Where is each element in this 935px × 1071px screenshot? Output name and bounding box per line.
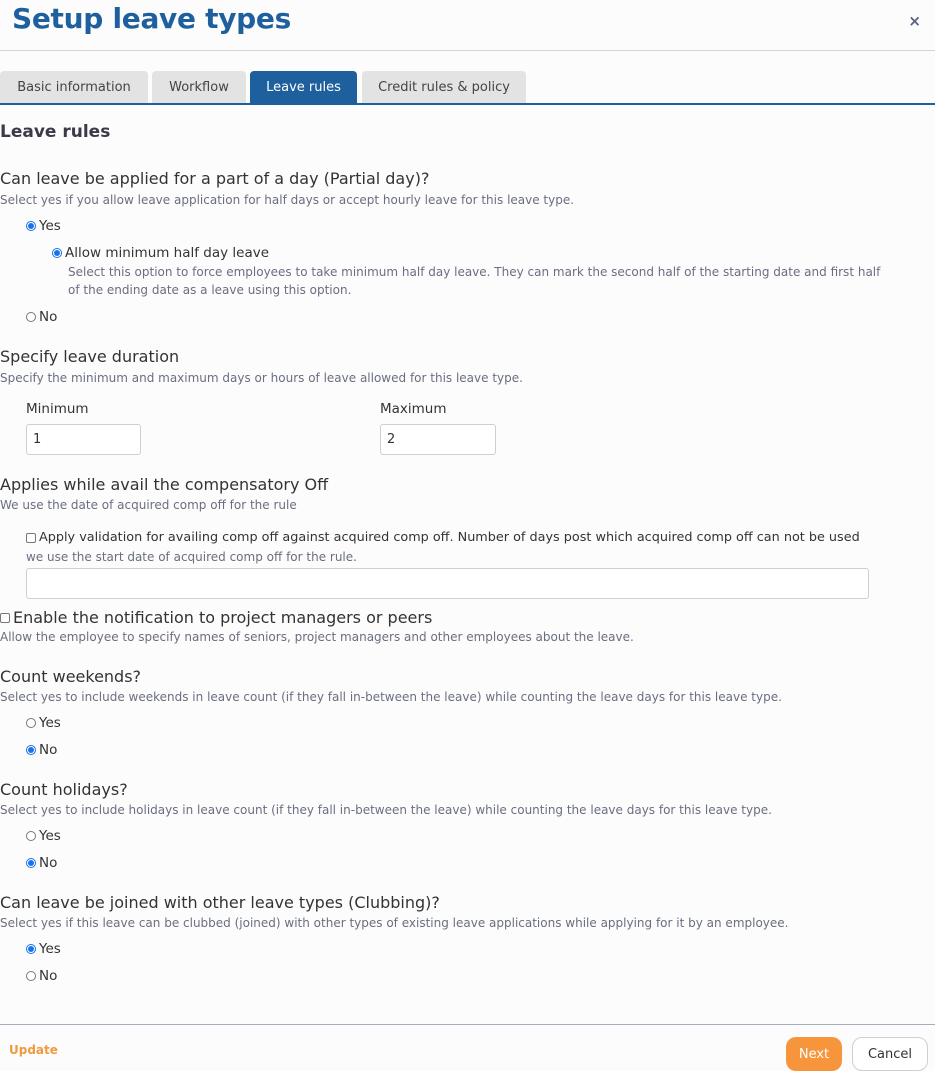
tab-leave-rules[interactable]: Leave rules [250,71,357,103]
clubbing-yes-option[interactable]: Yes [26,941,61,957]
radio-unselected-icon[interactable] [26,312,36,322]
tab-workflow[interactable]: Workflow [152,71,246,103]
maximum-label: Maximum [380,401,447,417]
option-label: Yes [39,715,61,731]
comp-off-validation-checkbox[interactable]: Apply validation for availing comp off a… [26,530,860,545]
tab-bar: Basic information Workflow Leave rules C… [0,71,935,105]
page-title: Setup leave types [12,2,291,35]
checkbox-label: Apply validation for availing comp off a… [39,530,860,545]
clubbing-no-option[interactable]: No [26,968,57,984]
tab-credit-rules-policy[interactable]: Credit rules & policy [362,71,526,103]
radio-selected-icon[interactable] [26,221,36,231]
radio-selected-icon[interactable] [52,248,62,258]
option-label: No [39,742,58,758]
comp-off-days-input[interactable] [26,568,869,599]
radio-selected-icon[interactable] [26,858,36,868]
holidays-question: Count holidays? [0,780,128,799]
duration-description: Specify the minimum and maximum days or … [0,371,523,385]
radio-selected-icon[interactable] [26,745,36,755]
holidays-no-option[interactable]: No [26,855,57,871]
holidays-description: Select yes to include holidays in leave … [0,803,772,817]
option-label: Yes [39,218,61,234]
minimum-label: Minimum [26,401,89,417]
partial-day-description: Select yes if you allow leave applicatio… [0,193,575,207]
comp-off-sub-description: we use the start date of acquired comp o… [26,550,357,564]
partial-day-yes-option[interactable]: Yes [26,218,61,234]
weekends-question: Count weekends? [0,667,142,686]
update-link[interactable]: Update [9,1043,58,1057]
weekends-no-option[interactable]: No [26,742,57,758]
option-label: No [39,855,58,871]
weekends-description: Select yes to include weekends in leave … [0,690,782,704]
next-button[interactable]: Next [786,1037,842,1071]
notification-description: Allow the employee to specify names of s… [0,630,634,644]
radio-unselected-icon[interactable] [26,718,36,728]
partial-day-no-option[interactable]: No [26,309,57,325]
option-label: Allow minimum half day leave [65,245,270,261]
min-half-day-description-1: Select this option to force employees to… [68,265,881,279]
comp-off-description: We use the date of acquired comp off for… [0,498,297,512]
min-half-day-option[interactable]: Allow minimum half day leave [52,245,269,261]
maximum-input[interactable] [380,424,496,455]
checkbox-icon[interactable] [0,612,10,623]
duration-question: Specify leave duration [0,347,180,366]
radio-unselected-icon[interactable] [26,831,36,841]
notification-checkbox[interactable]: Enable the notification to project manag… [0,608,432,627]
holidays-yes-option[interactable]: Yes [26,828,61,844]
option-label: No [39,309,58,325]
partial-day-question: Can leave be applied for a part of a day… [0,169,430,188]
close-icon[interactable]: × [908,12,921,30]
footer-divider [0,1024,935,1025]
minimum-input[interactable] [26,424,141,455]
checkbox-label: Enable the notification to project manag… [13,608,433,627]
dialog-header: Setup leave types × [0,0,935,51]
radio-selected-icon[interactable] [26,944,36,954]
option-label: Yes [39,941,61,957]
radio-unselected-icon[interactable] [26,971,36,981]
min-half-day-description-2: of the ending date as a leave using this… [68,283,352,297]
option-label: No [39,968,58,984]
cancel-button[interactable]: Cancel [852,1037,928,1071]
option-label: Yes [39,828,61,844]
tab-basic-information[interactable]: Basic information [0,71,148,103]
clubbing-description: Select yes if this leave can be clubbed … [0,916,789,930]
weekends-yes-option[interactable]: Yes [26,715,61,731]
comp-off-question: Applies while avail the compensatory Off [0,475,329,494]
checkbox-icon[interactable] [26,532,36,543]
clubbing-question: Can leave be joined with other leave typ… [0,893,440,912]
section-title: Leave rules [0,122,111,142]
